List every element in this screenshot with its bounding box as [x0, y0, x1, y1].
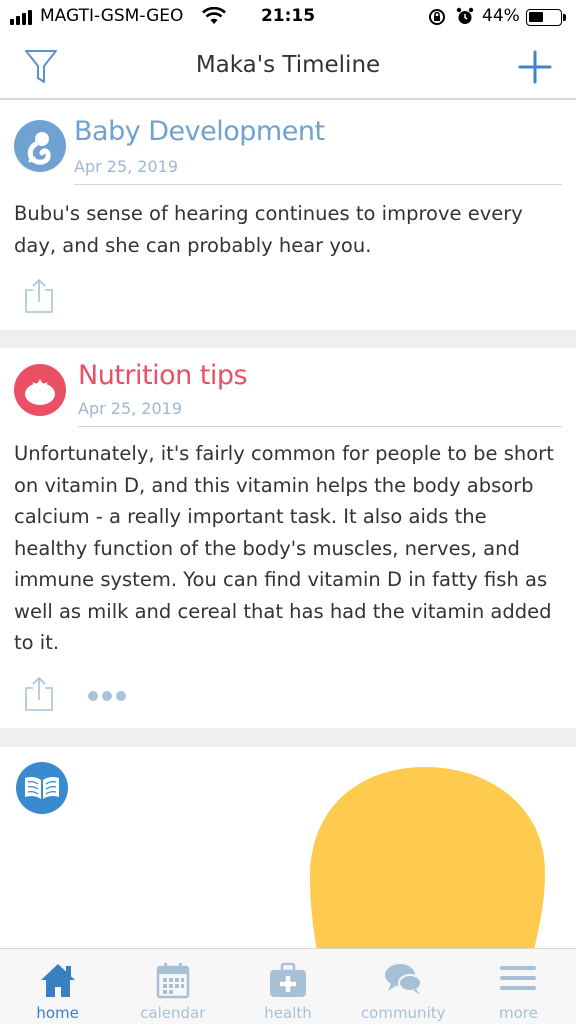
timeline-card-baby-development[interactable]: Baby Development Apr 25, 2019 Bubu's sen… — [0, 100, 576, 330]
home-icon — [40, 964, 75, 997]
card-date: Apr 25, 2019 — [74, 157, 179, 176]
tab-bar: home calendar health community more — [0, 948, 576, 1024]
menu-icon — [500, 966, 537, 990]
dot-icon — [116, 691, 126, 701]
alarm-icon — [456, 7, 474, 24]
tab-calendar[interactable]: calendar — [115, 949, 230, 1024]
status-bar: MAGTI-GSM-GEO 21:15 44% — [0, 0, 576, 34]
calendar-icon — [156, 963, 190, 999]
more-options-button[interactable] — [88, 691, 126, 701]
page-title: Maka's Timeline — [195, 52, 381, 78]
battery-icon — [526, 9, 562, 26]
medkit-icon — [270, 962, 306, 997]
battery-percent: 44% — [482, 6, 520, 26]
card-divider — [74, 184, 562, 185]
tab-label: community — [360, 1004, 446, 1022]
card-body: Bubu's sense of hearing continues to imp… — [14, 202, 523, 257]
tab-home[interactable]: home — [0, 949, 115, 1024]
timeline-card-reading[interactable] — [0, 747, 576, 948]
card-divider — [78, 426, 562, 427]
tab-label: calendar — [140, 1004, 206, 1022]
timeline-card-nutrition-tips[interactable]: Nutrition tips Apr 25, 2019 Unfortunatel… — [0, 348, 576, 728]
battery-tip — [563, 14, 566, 21]
tomato-icon — [14, 364, 66, 416]
tab-label: more — [498, 1004, 538, 1022]
add-button[interactable] — [518, 50, 552, 84]
card-title: Nutrition tips — [78, 360, 248, 391]
plus-icon — [518, 50, 552, 84]
dot-icon — [88, 691, 98, 701]
chat-icon — [385, 964, 423, 995]
nav-bar: Maka's Timeline — [0, 34, 576, 100]
baby-illustration — [310, 767, 545, 948]
card-body: Unfortunately, it's fairly common for pe… — [14, 442, 554, 654]
card-date: Apr 25, 2019 — [78, 399, 183, 418]
tab-community[interactable]: community — [346, 949, 461, 1024]
tab-health[interactable]: health — [230, 949, 345, 1024]
share-icon — [25, 278, 53, 313]
share-icon — [25, 676, 53, 711]
tab-label: health — [264, 1004, 312, 1022]
fetus-icon — [14, 120, 66, 172]
book-icon — [16, 762, 68, 814]
share-button[interactable] — [24, 676, 54, 712]
share-button[interactable] — [24, 278, 54, 314]
tab-label: home — [36, 1004, 79, 1022]
card-title: Baby Development — [74, 116, 325, 147]
rotation-lock-icon — [429, 9, 445, 25]
tab-more[interactable]: more — [461, 949, 576, 1024]
dot-icon — [102, 691, 112, 701]
timeline-feed[interactable]: Baby Development Apr 25, 2019 Bubu's sen… — [0, 100, 576, 948]
